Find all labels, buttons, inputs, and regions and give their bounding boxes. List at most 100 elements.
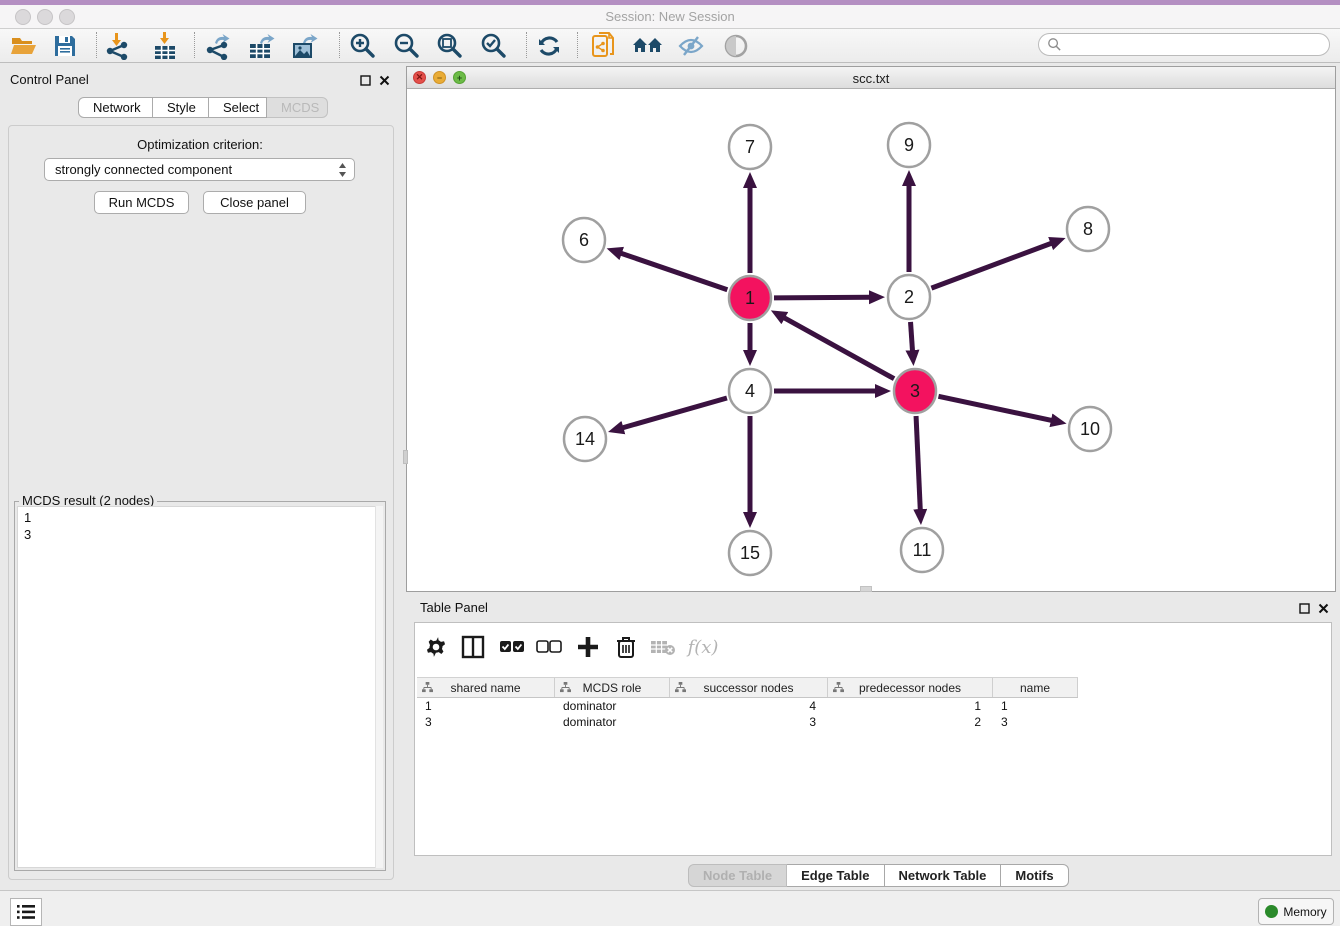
tab-style[interactable]: Style [153, 97, 209, 118]
graph-edge-1-2[interactable] [774, 297, 871, 298]
delete-table-icon [650, 638, 676, 656]
result-scrollbar[interactable] [375, 506, 383, 868]
cell-predecessor-nodes[interactable]: 2 [828, 714, 993, 730]
cell-mcds-role[interactable]: dominator [555, 714, 670, 730]
delete-column-button[interactable] [610, 631, 642, 663]
column-header-name[interactable]: name [993, 678, 1078, 697]
main-toolbar [0, 29, 1340, 63]
network-canvas[interactable]: 1234678910111415 [407, 89, 1335, 591]
gear-icon [425, 636, 447, 658]
export-table-button[interactable] [244, 31, 280, 61]
delete-table-button-disabled [647, 631, 679, 663]
criterion-dropdown[interactable]: strongly connected component [44, 158, 355, 181]
function-builder-button-disabled: f(x) [687, 631, 719, 663]
refresh-icon [536, 33, 562, 59]
cell-predecessor-nodes[interactable]: 1 [828, 698, 993, 714]
home-button[interactable] [630, 31, 666, 61]
cell-shared-name[interactable]: 3 [417, 714, 555, 730]
column-header-predecessor-nodes[interactable]: predecessor nodes [828, 678, 993, 697]
cell-successor-nodes[interactable]: 4 [670, 698, 828, 714]
ndex-document-button[interactable] [586, 31, 622, 61]
zoom-fit-button[interactable] [431, 31, 467, 61]
export-image-button[interactable] [287, 31, 323, 61]
hide-panels-button[interactable] [673, 31, 709, 61]
graph-edge-3-10[interactable] [938, 396, 1052, 420]
zoom-out-icon [392, 32, 420, 60]
close-table-panel-button[interactable] [1316, 601, 1330, 615]
zoom-in-button[interactable] [344, 31, 380, 61]
hierarchy-icon [675, 682, 686, 693]
tab-network-table[interactable]: Network Table [885, 864, 1002, 887]
refresh-layout-button[interactable] [531, 31, 567, 61]
toolbar-separator [96, 32, 97, 58]
graph-edge-1-6[interactable] [620, 253, 727, 290]
save-floppy-icon [53, 34, 77, 58]
close-panel-button[interactable] [377, 73, 391, 87]
float-panel-button[interactable] [358, 73, 372, 87]
search-field[interactable] [1038, 33, 1330, 56]
show-panels-button[interactable] [718, 31, 754, 61]
export-network-button[interactable] [200, 31, 236, 61]
select-all-button[interactable] [496, 631, 528, 663]
memory-status-icon [1265, 905, 1278, 918]
cell-name[interactable]: 3 [993, 714, 1078, 730]
tab-node-table[interactable]: Node Table [688, 864, 787, 887]
graph-edge-4-14[interactable] [621, 398, 726, 428]
deselect-all-button[interactable] [533, 631, 565, 663]
import-network-icon [104, 32, 132, 60]
import-table-button[interactable] [147, 31, 183, 61]
save-session-button[interactable] [47, 31, 83, 61]
search-input[interactable] [1062, 37, 1329, 53]
memory-button[interactable]: Memory [1258, 898, 1334, 925]
splitter-handle-vertical[interactable] [403, 450, 408, 464]
graph-edge-3-1[interactable] [783, 317, 894, 379]
graph-node-label: 11 [913, 540, 932, 560]
table-row[interactable]: 1 dominator 4 1 1 [417, 698, 1078, 714]
table-header-row: shared name MCDS role successor nodes pr… [417, 677, 1078, 698]
tab-mcds[interactable]: MCDS [267, 97, 328, 118]
splitter-handle-horizontal[interactable] [860, 586, 872, 592]
export-table-icon [248, 32, 276, 60]
cell-successor-nodes[interactable]: 3 [670, 714, 828, 730]
home-icon [632, 34, 664, 58]
graph-edge-2-3[interactable] [911, 322, 913, 352]
column-header-successor-nodes[interactable]: successor nodes [670, 678, 828, 697]
network-window-titlebar: ✕ − + scc.txt [407, 67, 1335, 89]
column-header-mcds-role[interactable]: MCDS role [555, 678, 670, 697]
cell-shared-name[interactable]: 1 [417, 698, 555, 714]
cell-mcds-role[interactable]: dominator [555, 698, 670, 714]
task-history-button[interactable] [10, 898, 42, 926]
create-column-button[interactable] [572, 631, 604, 663]
tab-network[interactable]: Network [78, 97, 153, 118]
tab-motifs[interactable]: Motifs [1001, 864, 1068, 887]
unchecked-boxes-icon [536, 640, 562, 654]
table-toolbar: f(x) [415, 623, 1331, 669]
search-icon [1047, 37, 1062, 52]
control-panel-tabs: Network Style Select MCDS [78, 97, 328, 118]
mcds-result-text[interactable]: 1 3 [17, 506, 383, 868]
tab-select[interactable]: Select [209, 97, 267, 118]
import-network-button[interactable] [100, 31, 136, 61]
zoom-out-button[interactable] [388, 31, 424, 61]
column-header-shared-name[interactable]: shared name [417, 678, 555, 697]
eye-slash-icon [677, 34, 705, 58]
close-panel-button-inline[interactable]: Close panel [203, 191, 306, 214]
window-title: Session: New Session [0, 9, 1340, 24]
table-panel-tabs: Node Table Edge Table Network Table Moti… [688, 864, 1069, 887]
cell-name[interactable]: 1 [993, 698, 1078, 714]
run-mcds-button[interactable]: Run MCDS [94, 191, 189, 214]
table-settings-button[interactable] [420, 631, 452, 663]
zoom-selected-icon [479, 32, 507, 60]
table-row[interactable]: 3 dominator 3 2 3 [417, 714, 1078, 730]
split-columns-icon [461, 635, 485, 659]
table-panel-body: f(x) shared name MCDS role successor nod… [414, 622, 1332, 856]
graph-edge-2-8[interactable] [931, 243, 1052, 288]
open-file-button[interactable] [5, 31, 41, 61]
table-mode-button[interactable] [457, 631, 489, 663]
zoom-selected-button[interactable] [475, 31, 511, 61]
toolbar-separator [339, 32, 340, 58]
graph-edge-3-11[interactable] [916, 416, 920, 511]
tab-edge-table[interactable]: Edge Table [787, 864, 884, 887]
criterion-value: strongly connected component [55, 162, 232, 177]
float-table-panel-button[interactable] [1297, 601, 1311, 615]
